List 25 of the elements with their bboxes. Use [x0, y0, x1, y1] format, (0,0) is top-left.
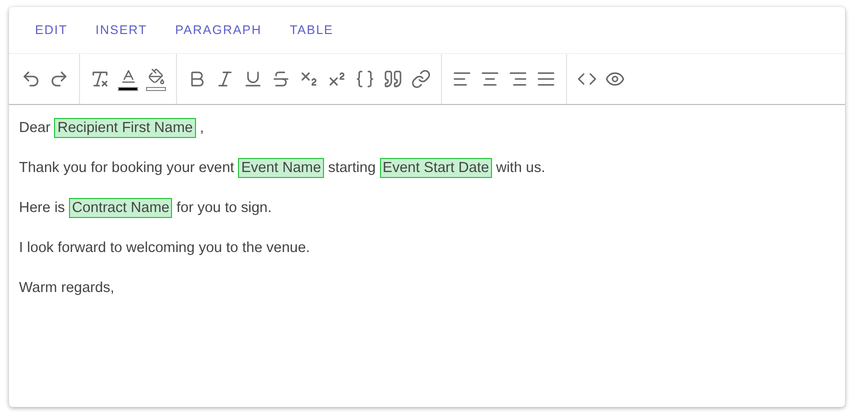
link-button[interactable] — [409, 67, 433, 91]
undo-icon — [21, 69, 41, 89]
paragraph: Warm regards, — [19, 279, 116, 298]
clear-format-icon — [90, 69, 110, 89]
paragraph: Dear Recipient First Name , — [19, 117, 205, 140]
menu-tab[interactable]: EDIT — [25, 17, 78, 43]
menu-tab[interactable]: TABLE — [280, 17, 344, 43]
underline-icon — [243, 69, 263, 89]
menu-tab[interactable]: PARAGRAPH — [165, 17, 272, 43]
quote-icon — [383, 69, 403, 89]
menu-tab[interactable]: INSERT — [85, 17, 158, 43]
redo-icon — [49, 69, 69, 89]
fill-color-icon — [148, 68, 164, 84]
merge-field[interactable]: Recipient First Name — [54, 118, 196, 138]
paragraph: Thank you for booking your event Event Name starting Event Start Date with us. — [19, 157, 546, 180]
text-color-icon — [120, 68, 136, 84]
merge-field[interactable]: Event Name — [238, 158, 324, 178]
paragraph: Here is Contract Name for you to sign. — [19, 197, 273, 220]
paragraph: I look forward to welcoming you to the venue. — [19, 239, 311, 258]
fill-color-button[interactable] — [144, 66, 168, 92]
strikethrough-icon — [271, 69, 291, 89]
braces-icon — [355, 69, 375, 89]
merge-field[interactable]: Contract Name — [68, 198, 172, 218]
link-icon — [411, 69, 431, 89]
merge-field[interactable]: Event Start Date — [380, 158, 492, 178]
